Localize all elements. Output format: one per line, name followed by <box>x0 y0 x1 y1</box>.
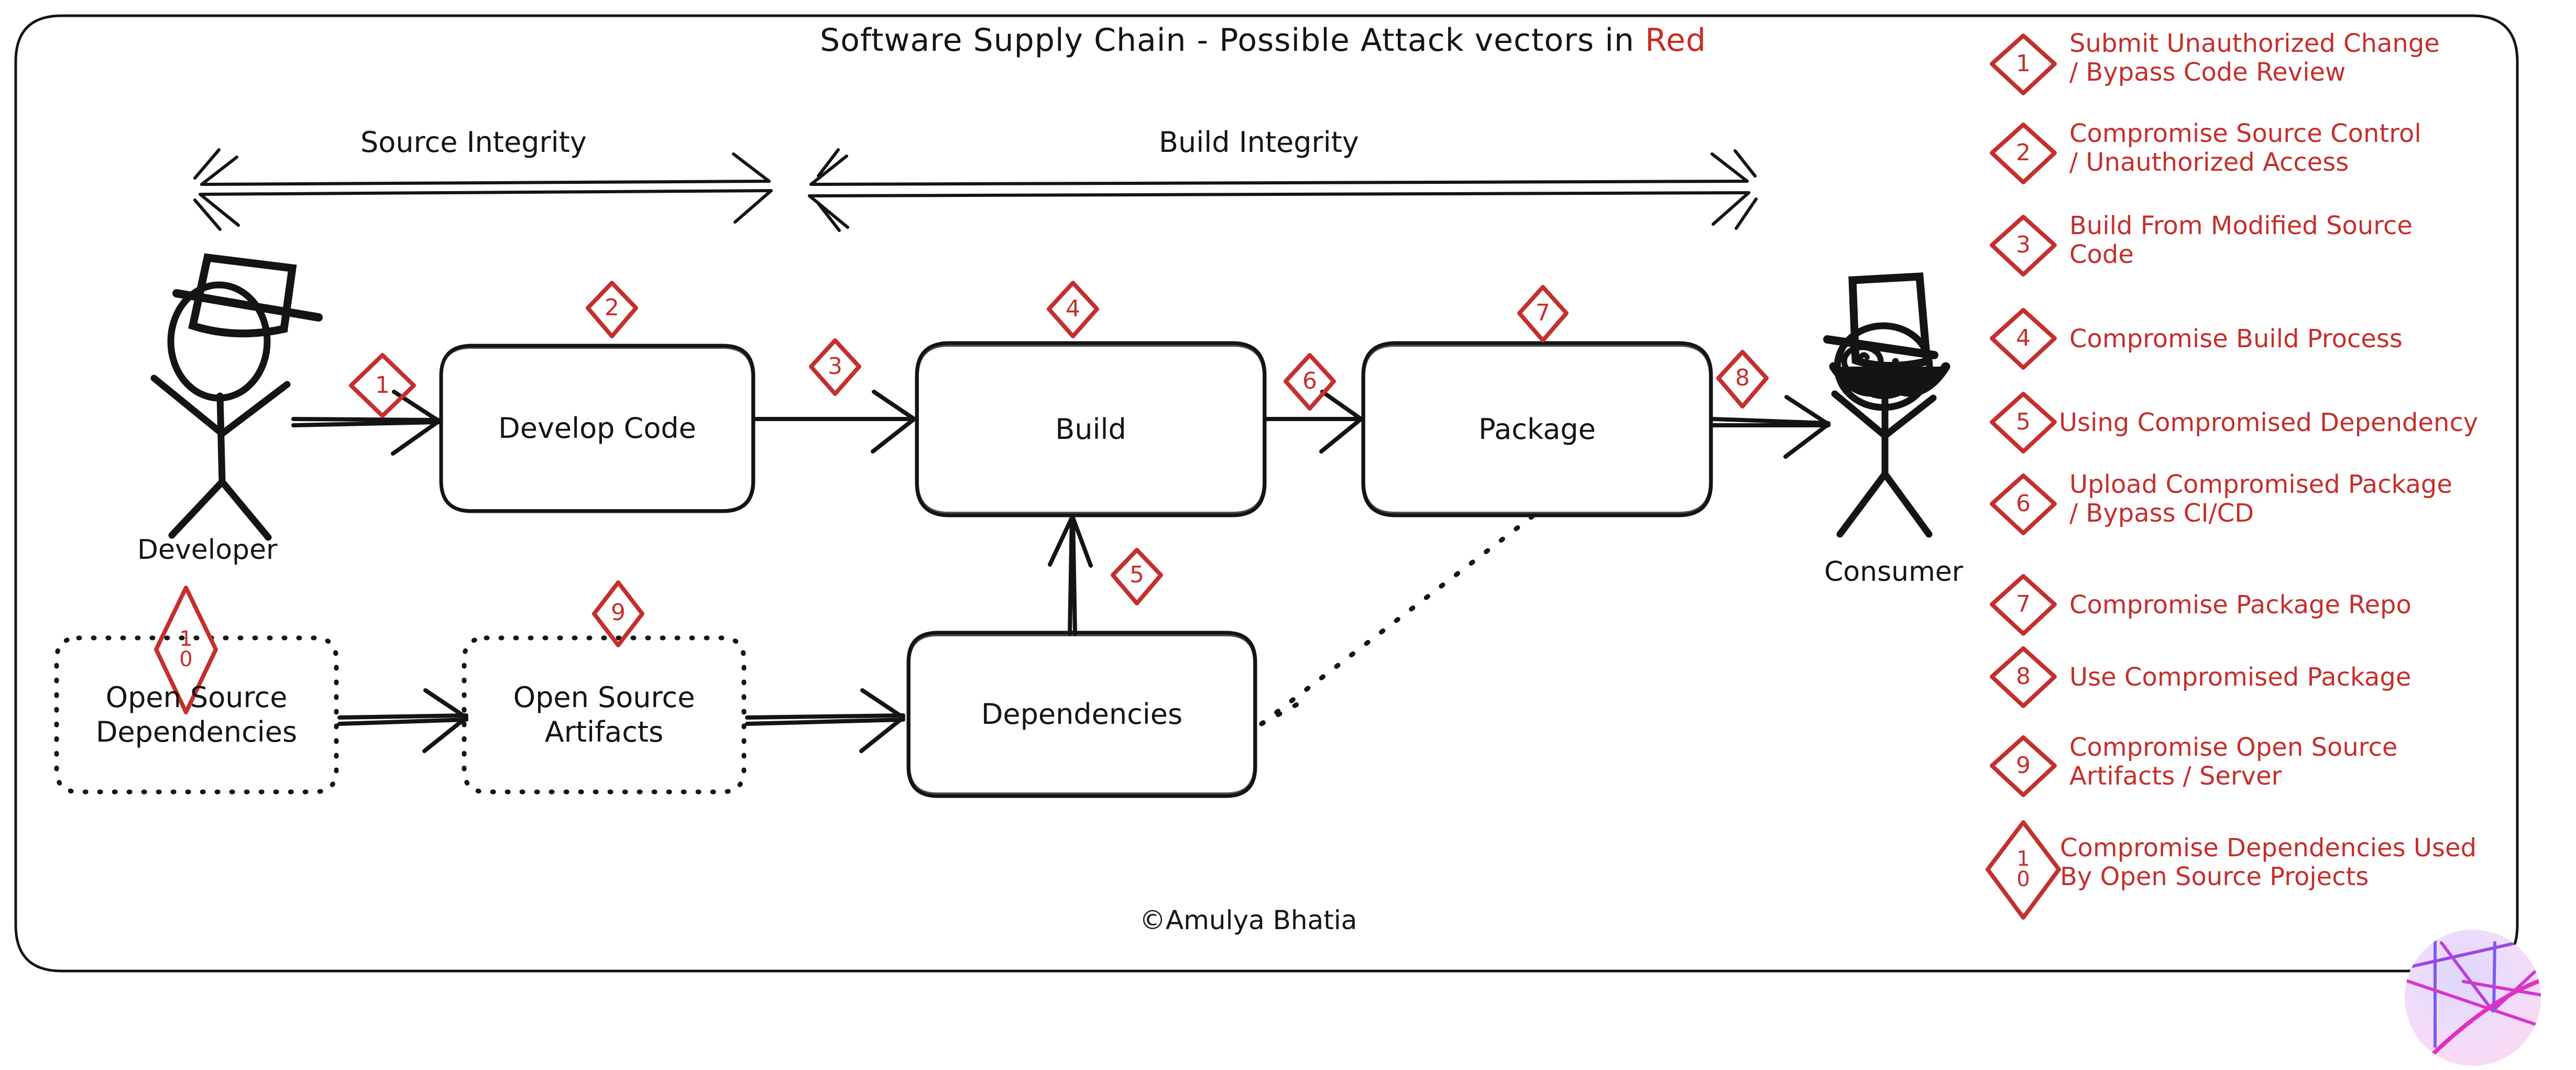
legend-diamond-4 <box>1990 308 2057 370</box>
actor-label-developer: Developer <box>137 534 278 566</box>
page-title-prefix: Software Supply Chain - Possible Attack … <box>820 22 1645 59</box>
legend-diamond-3 <box>1990 215 2057 277</box>
legend-diamond-9 <box>1990 735 2057 797</box>
page-title-highlight: Red <box>1645 22 1706 59</box>
node-box-open-source-artifacts <box>462 635 747 795</box>
author-logo-watermark <box>2405 930 2541 1066</box>
legend-diamond-6 <box>1990 473 2057 535</box>
legend-diamond-7 <box>1990 574 2057 636</box>
arrow-dependencies-to-build <box>1048 514 1093 636</box>
legend-text-3: Build From Modified Source Code <box>2069 211 2413 270</box>
legend-text-2: Compromise Source Control / Unauthorized… <box>2069 119 2421 178</box>
legend-text-6: Upload Compromised Package / Bypass CI/C… <box>2069 470 2452 528</box>
page-title: Software Supply Chain - Possible Attack … <box>820 22 1706 59</box>
legend-text-4: Compromise Build Process <box>2069 324 2403 354</box>
arrow-package-to-consumer <box>1711 395 1830 459</box>
legend-diamond-8 <box>1990 646 2057 708</box>
legend-diamond-10 <box>1986 820 2061 920</box>
author-credit: ©Amulya Bhatia <box>1139 905 1357 935</box>
dotted-link-package-to-dependencies <box>1259 512 1538 726</box>
band-arrow-build-integrity <box>808 148 1758 232</box>
arrow-develop-code-to-build <box>754 390 916 454</box>
diamond-6 <box>1284 353 1336 411</box>
node-box-open-source-dependencies <box>54 635 339 795</box>
actor-label-consumer: Consumer <box>1824 556 1964 588</box>
flow-marker-shapes <box>154 281 1769 714</box>
consumer-figure <box>1823 272 1950 538</box>
diamond-8 <box>1716 350 1769 409</box>
legend-diamond-2 <box>1990 123 2057 184</box>
diamond-3 <box>809 338 861 396</box>
band-label-build-integrity: Build Integrity <box>1159 126 1359 159</box>
legend-text-1: Submit Unauthorized Change / Bypass Code… <box>2069 29 2440 87</box>
legend-text-5: Using Compromised Dependency <box>2059 408 2479 437</box>
diamond-4 <box>1047 281 1099 338</box>
diamond-7 <box>1517 285 1569 343</box>
legend-diamond-5 <box>1990 392 2057 454</box>
diamond-10 <box>154 586 218 714</box>
node-box-package <box>1361 341 1713 517</box>
diamond-5 <box>1111 548 1163 605</box>
legend-text-8: Use Compromised Package <box>2069 663 2411 692</box>
developer-figure <box>150 253 323 541</box>
legend-text-10: Compromise Dependencies Used By Open Sou… <box>2060 833 2477 892</box>
arrow-osdeps-to-osartifacts <box>337 688 468 753</box>
arrow-osartifacts-to-dependencies <box>745 688 905 753</box>
legend-marker-shapes <box>1986 34 2061 920</box>
diagram-canvas: Software Supply Chain - Possible Attack … <box>0 0 2576 1070</box>
legend-diamond-1 <box>1990 34 2057 95</box>
diamond-2 <box>586 281 638 338</box>
node-box-dependencies <box>906 631 1257 798</box>
legend-text-7: Compromise Package Repo <box>2069 590 2411 620</box>
band-label-source-integrity: Source Integrity <box>360 126 587 159</box>
node-box-build <box>915 341 1267 517</box>
legend-text-9: Compromise Open Source Artifacts / Serve… <box>2069 733 2398 791</box>
band-arrow-source-integrity <box>193 148 773 231</box>
node-box-develop-code <box>439 344 755 513</box>
diamond-1 <box>349 353 416 418</box>
